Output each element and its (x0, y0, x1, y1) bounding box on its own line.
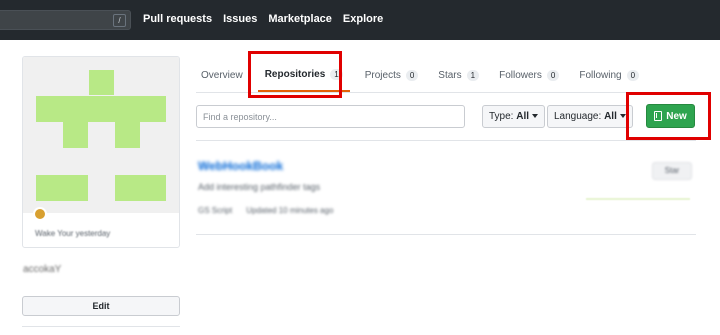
repo-name-link[interactable]: WebHookBook (198, 159, 283, 173)
avatar-pattern-block (63, 122, 88, 148)
tab-label: Stars (438, 69, 462, 81)
find-repository-input[interactable] (196, 105, 465, 128)
profile-avatar-card: Wake Your yesterday (22, 56, 180, 248)
nav-explore[interactable]: Explore (343, 13, 383, 25)
profile-status-text[interactable]: Wake Your yesterday (35, 229, 110, 238)
top-header: / Pull requests Issues Marketplace Explo… (0, 0, 720, 40)
sidebar-divider (22, 326, 180, 327)
tabs-divider (196, 92, 696, 93)
profile-username: accokaY (23, 264, 62, 275)
repo-book-icon (654, 111, 663, 121)
activity-graph (586, 198, 690, 200)
new-button-label: New (666, 110, 687, 122)
tab-label: Repositories (264, 68, 326, 80)
nav-issues[interactable]: Issues (223, 13, 257, 25)
tab-label: Overview (201, 69, 243, 81)
type-filter-value: All (516, 111, 530, 122)
tab-following[interactable]: Following 0 (574, 58, 644, 92)
tab-count-badge: 1 (330, 68, 343, 80)
status-emoji-icon[interactable] (33, 207, 47, 221)
tab-count-badge: 0 (405, 69, 419, 81)
repo-divider (196, 234, 696, 235)
edit-profile-button[interactable]: Edit (22, 296, 180, 316)
type-filter-select[interactable]: Type: All (482, 105, 546, 128)
tab-stars[interactable]: Stars 1 (433, 58, 484, 92)
language-filter-label: Language: (554, 111, 602, 122)
star-button[interactable]: Star (652, 162, 692, 180)
profile-tabs: Overview Repositories 1 Projects 0 Stars… (196, 58, 696, 92)
tab-count-badge: 1 (466, 69, 480, 81)
new-repository-button[interactable]: New (646, 104, 695, 128)
tab-label: Projects (364, 69, 401, 81)
repo-language: GS Script (198, 206, 233, 215)
avatar-pattern-block (115, 122, 140, 148)
avatar-pattern-block (89, 70, 114, 95)
avatar-pattern-block (36, 96, 166, 122)
avatar-pattern-block (115, 175, 166, 201)
tab-label: Following (579, 69, 622, 81)
nav-marketplace[interactable]: Marketplace (268, 13, 332, 25)
avatar[interactable] (23, 57, 179, 213)
caret-down-icon (619, 114, 626, 119)
tab-overview[interactable]: Overview (196, 58, 248, 92)
language-filter-select[interactable]: Language: All (547, 105, 633, 128)
filters-divider (196, 140, 696, 141)
tab-projects[interactable]: Projects 0 (360, 58, 424, 92)
repo-updated: Updated 10 minutes ago (246, 206, 334, 215)
tab-repositories[interactable]: Repositories 1 (257, 58, 350, 92)
repo-meta: GS Script Updated 10 minutes ago (198, 206, 333, 215)
nav-pull-requests[interactable]: Pull requests (143, 13, 212, 25)
type-filter-label: Type: (489, 111, 514, 122)
language-filter-value: All (604, 111, 617, 122)
list-item: WebHookBook Add interesting pathfinder t… (196, 150, 696, 234)
tab-followers[interactable]: Followers 0 (494, 58, 564, 92)
repo-description: Add interesting pathfinder tags (198, 182, 321, 192)
tab-count-badge: 0 (626, 69, 640, 81)
header-nav: Pull requests Issues Marketplace Explore (143, 13, 383, 25)
caret-down-icon (532, 114, 539, 119)
search-shortcut-key: / (113, 14, 126, 27)
global-search-input[interactable]: / (0, 10, 131, 30)
avatar-pattern-block (36, 175, 88, 201)
tab-label: Followers (499, 69, 542, 81)
tab-count-badge: 0 (546, 69, 560, 81)
